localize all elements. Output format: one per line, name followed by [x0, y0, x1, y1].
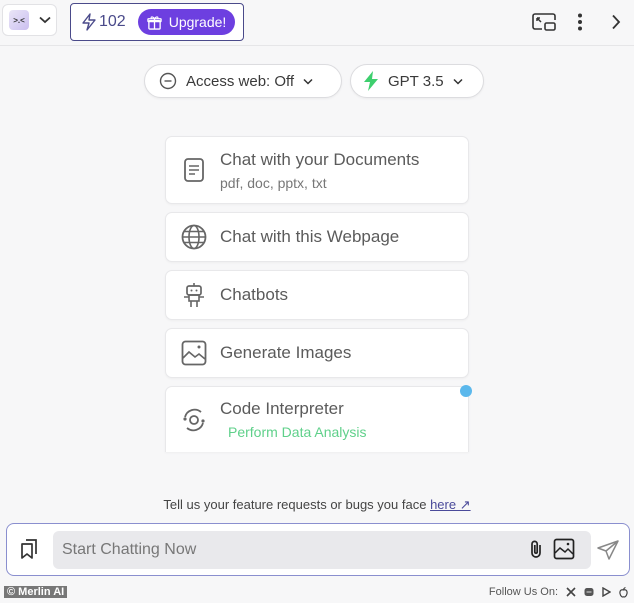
minus-circle-icon	[159, 72, 177, 90]
watermark: © Merlin AI	[4, 586, 68, 598]
saved-prompts-button[interactable]	[19, 538, 39, 565]
attach-button[interactable]	[529, 539, 543, 564]
feature-generate-images[interactable]: Generate Images	[165, 328, 469, 378]
feature-code-interpreter[interactable]: Code Interpreter Perform Data Analysis	[165, 386, 469, 452]
feature-title: Chat with your Documents	[220, 149, 420, 169]
send-icon	[597, 540, 619, 560]
feature-title: Generate Images	[220, 343, 352, 362]
bookmarks-icon	[21, 539, 37, 559]
code-interpreter-icon	[183, 408, 205, 431]
paperclip-icon	[531, 540, 541, 558]
chat-input[interactable]	[53, 531, 591, 569]
collapse-button[interactable]	[598, 8, 634, 36]
follow-label: Follow Us On:	[488, 586, 558, 598]
lightning-icon	[82, 13, 96, 31]
chevron-right-icon	[612, 14, 621, 30]
feature-title: Chatbots	[220, 285, 289, 304]
globe-icon	[181, 224, 207, 250]
feedback-text: Tell us your feature requests or bugs yo…	[163, 497, 431, 512]
feature-title: Chat with this Webpage	[220, 227, 400, 246]
image-upload-button[interactable]	[553, 538, 575, 565]
upgrade-label: Upgrade!	[168, 14, 227, 30]
discord-icon[interactable]	[584, 587, 594, 597]
top-bar: >.< 102 Upgrade!	[0, 0, 634, 46]
model-label: GPT 3.5	[388, 72, 444, 90]
feature-title: Code Interpreter	[220, 399, 344, 418]
web-access-label: Access web: Off	[186, 72, 295, 90]
chat-composer	[6, 523, 630, 576]
feature-chatbots[interactable]: Chatbots	[165, 270, 469, 320]
notification-dot	[460, 385, 472, 397]
chevron-down-icon	[39, 16, 51, 24]
picture-in-picture-button[interactable]	[526, 8, 562, 36]
model-dropdown[interactable]: GPT 3.5	[350, 64, 484, 98]
upgrade-button[interactable]: Upgrade!	[137, 9, 236, 35]
x-icon[interactable]	[566, 587, 576, 597]
credits-value: 102	[99, 13, 126, 30]
document-icon	[184, 158, 204, 182]
credits-upgrade-box: 102 Upgrade!	[70, 3, 244, 41]
feature-chat-documents[interactable]: Chat with your Documents pdf, doc, pptx,…	[165, 136, 469, 204]
send-button[interactable]	[597, 540, 619, 565]
feature-chat-webpage[interactable]: Chat with this Webpage	[165, 212, 469, 262]
more-vertical-icon	[578, 13, 582, 31]
avatar: >.<	[9, 10, 29, 30]
gift-icon	[146, 15, 162, 30]
credits-counter[interactable]: 102	[81, 13, 126, 31]
footer: Contact Us © Merlin AI Follow Us On:	[0, 585, 634, 603]
lightning-icon	[364, 71, 378, 91]
robot-icon	[184, 283, 204, 307]
chevron-down-icon	[303, 78, 313, 85]
play-store-icon[interactable]	[602, 587, 611, 597]
more-options-button[interactable]	[562, 8, 598, 36]
picture-in-picture-icon	[532, 13, 556, 31]
apple-icon[interactable]	[619, 586, 628, 598]
feedback-line: Tell us your feature requests or bugs yo…	[0, 497, 634, 513]
profile-menu-button[interactable]: >.<	[2, 4, 57, 36]
image-icon	[181, 340, 207, 366]
feature-subtitle: Perform Data Analysis	[228, 424, 367, 440]
chevron-down-icon	[453, 78, 463, 85]
image-icon	[553, 538, 575, 560]
feature-list: Chat with your Documents pdf, doc, pptx,…	[165, 136, 469, 452]
feature-subtitle: pdf, doc, pptx, txt	[220, 174, 327, 191]
feedback-link[interactable]: here ↗	[430, 497, 471, 512]
web-access-dropdown[interactable]: Access web: Off	[144, 64, 342, 98]
